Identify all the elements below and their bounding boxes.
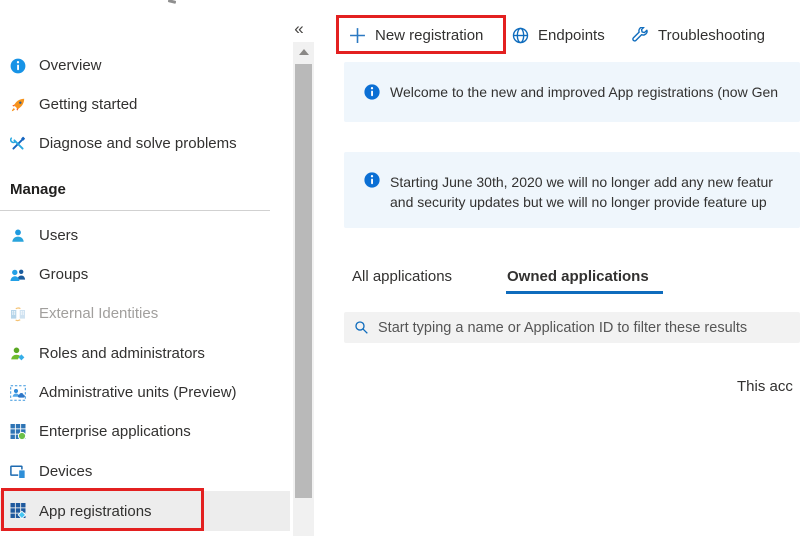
devices-icon bbox=[10, 464, 26, 480]
wrench-icon bbox=[632, 27, 649, 44]
scrollbar-up-button[interactable] bbox=[293, 42, 314, 62]
sidebar-item-users[interactable]: Users bbox=[0, 216, 285, 255]
sidebar-item-label: Enterprise applications bbox=[39, 423, 191, 440]
info-icon bbox=[10, 58, 26, 74]
deprecation-info-banner: Starting June 30th, 2020 we will no long… bbox=[344, 152, 800, 228]
rocket-icon bbox=[10, 97, 26, 113]
sidebar-item-getting-started[interactable]: Getting started bbox=[0, 85, 285, 124]
sidebar-item-app-registrations[interactable]: App registrations bbox=[0, 491, 290, 531]
sidebar-item-external-identities[interactable]: External Identities bbox=[0, 294, 285, 333]
tab-owned-applications[interactable]: Owned applications bbox=[507, 268, 649, 285]
tools-icon bbox=[10, 136, 26, 152]
sidebar-collapse-button[interactable]: « bbox=[288, 18, 310, 40]
application-filter-searchbox[interactable] bbox=[344, 312, 800, 343]
external-identities-icon bbox=[10, 306, 26, 322]
sidebar-item-label: External Identities bbox=[39, 305, 158, 322]
new-registration-button[interactable]: New registration bbox=[349, 16, 483, 54]
sidebar-item-label: Groups bbox=[39, 266, 88, 283]
deprecation-banner-line1: Starting June 30th, 2020 we will no long… bbox=[390, 172, 773, 192]
clipped-page-title-fragment bbox=[168, 0, 176, 4]
search-icon bbox=[354, 320, 369, 335]
sidebar-scrollbar-thumb[interactable] bbox=[295, 64, 312, 498]
sidebar-section-manage: Manage bbox=[10, 181, 66, 198]
empty-state-text: This acc bbox=[737, 378, 793, 395]
new-registration-label: New registration bbox=[375, 27, 483, 44]
admin-units-icon bbox=[10, 385, 26, 401]
sidebar-item-label: Devices bbox=[39, 463, 92, 480]
endpoints-label: Endpoints bbox=[538, 27, 605, 44]
chevron-double-left-icon: « bbox=[294, 19, 303, 38]
user-icon bbox=[10, 228, 26, 244]
deprecation-banner-line2: and security updates but we will no long… bbox=[390, 192, 773, 212]
roles-admin-icon bbox=[10, 346, 26, 362]
endpoints-button[interactable]: Endpoints bbox=[512, 16, 605, 54]
sidebar-item-label: Overview bbox=[39, 57, 102, 74]
troubleshooting-button[interactable]: Troubleshooting bbox=[632, 16, 765, 54]
info-icon bbox=[364, 172, 380, 188]
triangle-up-icon bbox=[299, 49, 309, 55]
app-registrations-icon bbox=[10, 503, 26, 519]
sidebar-item-label: Administrative units (Preview) bbox=[39, 384, 237, 401]
deprecation-banner-text: Starting June 30th, 2020 we will no long… bbox=[390, 172, 773, 212]
globe-icon bbox=[512, 27, 529, 44]
sidebar-item-groups[interactable]: Groups bbox=[0, 255, 285, 294]
plus-icon bbox=[349, 27, 366, 44]
troubleshooting-label: Troubleshooting bbox=[658, 27, 765, 44]
welcome-banner-text: Welcome to the new and improved App regi… bbox=[390, 82, 778, 102]
sidebar-item-diagnose[interactable]: Diagnose and solve problems bbox=[0, 124, 285, 163]
sidebar-item-label: App registrations bbox=[39, 503, 152, 520]
sidebar-item-enterprise-applications[interactable]: Enterprise applications bbox=[0, 412, 285, 451]
tab-all-applications[interactable]: All applications bbox=[352, 268, 452, 285]
sidebar-item-label: Diagnose and solve problems bbox=[39, 135, 237, 152]
sidebar-item-administrative-units[interactable]: Administrative units (Preview) bbox=[0, 373, 285, 412]
sidebar-item-label: Roles and administrators bbox=[39, 345, 205, 362]
sidebar-item-roles-administrators[interactable]: Roles and administrators bbox=[0, 334, 285, 373]
sidebar-item-label: Users bbox=[39, 227, 78, 244]
info-icon bbox=[364, 84, 380, 100]
sidebar-item-label: Getting started bbox=[39, 96, 137, 113]
users-group-icon bbox=[10, 267, 26, 283]
sidebar-divider bbox=[0, 210, 270, 211]
enterprise-apps-icon bbox=[10, 424, 26, 440]
welcome-info-banner: Welcome to the new and improved App regi… bbox=[344, 62, 800, 122]
active-tab-underline bbox=[506, 291, 663, 294]
application-filter-input[interactable] bbox=[378, 320, 790, 336]
sidebar-item-overview[interactable]: Overview bbox=[0, 46, 285, 85]
sidebar-item-devices[interactable]: Devices bbox=[0, 452, 285, 491]
